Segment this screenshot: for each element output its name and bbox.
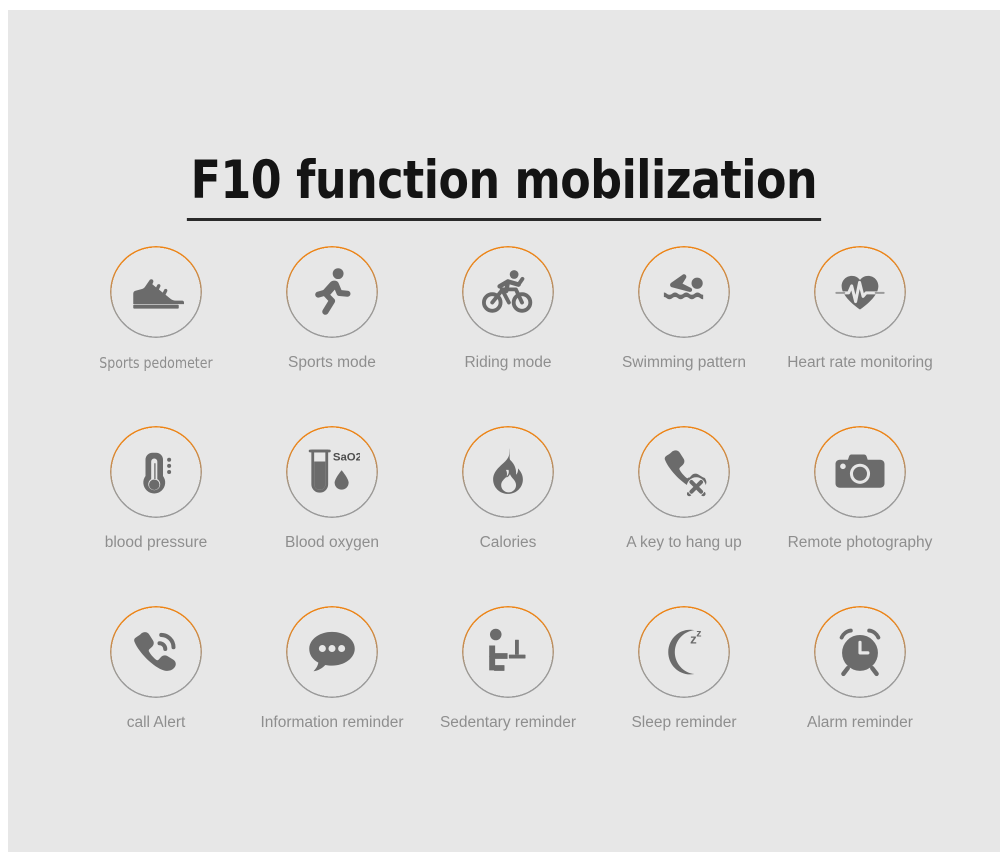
feature-item-remote-photography[interactable]: Remote photography — [772, 426, 948, 606]
feature-label: Information reminder — [260, 714, 404, 731]
feature-item-call-alert[interactable]: call Alert — [68, 606, 244, 786]
icon-circle — [638, 246, 730, 338]
feature-label: Sports mode — [288, 354, 376, 371]
speech-bubble-icon — [304, 624, 360, 680]
icon-circle — [462, 606, 554, 698]
swimmer-icon — [656, 264, 712, 320]
icon-circle: z z — [638, 606, 730, 698]
page-title: F10 function mobilization — [187, 150, 821, 221]
feature-label: Alarm reminder — [807, 714, 913, 731]
feature-item-swimming-pattern[interactable]: Swimming pattern — [596, 246, 772, 426]
feature-row: call Alert Information reminder Sedentar… — [68, 606, 948, 786]
feature-row: Sports pedometer Sports mode Riding mode… — [68, 246, 948, 426]
feature-label: call Alert — [126, 714, 186, 731]
moon-zz-icon: z z — [656, 624, 712, 680]
icon-circle — [814, 606, 906, 698]
icon-circle — [462, 426, 554, 518]
feature-label: blood pressure — [104, 534, 208, 551]
icon-circle — [110, 426, 202, 518]
cyclist-icon — [480, 264, 536, 320]
icon-circle: SaO2 — [286, 426, 378, 518]
poster-panel: F10 function mobilization Sports pedomet… — [8, 10, 1000, 852]
feature-item-alarm-reminder[interactable]: Alarm reminder — [772, 606, 948, 786]
icon-circle — [638, 426, 730, 518]
feature-label: Sleep reminder — [631, 714, 737, 731]
alarm-clock-icon — [832, 624, 888, 680]
seated-person-icon — [480, 624, 536, 680]
feature-label: Sports pedometer — [99, 354, 213, 372]
camera-icon — [832, 444, 888, 500]
feature-item-sleep-reminder[interactable]: z z Sleep reminder — [596, 606, 772, 786]
feature-item-riding-mode[interactable]: Riding mode — [420, 246, 596, 426]
feature-label: Calories — [479, 534, 537, 551]
feature-grid: Sports pedometer Sports mode Riding mode… — [68, 246, 948, 786]
icon-text-sao2: SaO2 — [333, 452, 360, 464]
feature-item-calories[interactable]: Calories — [420, 426, 596, 606]
heart-pulse-icon — [832, 264, 888, 320]
thermometer-icon — [128, 444, 184, 500]
shoe-icon — [128, 264, 184, 320]
icon-circle — [110, 246, 202, 338]
feature-label: Swimming pattern — [621, 354, 747, 371]
feature-item-heart-rate-monitoring[interactable]: Heart rate monitoring — [772, 246, 948, 426]
feature-label: Sedentary reminder — [439, 714, 577, 731]
feature-item-sports-mode[interactable]: Sports mode — [244, 246, 420, 426]
icon-circle — [110, 606, 202, 698]
title-block: F10 function mobilization — [8, 114, 1000, 256]
feature-label: Remote photography — [787, 534, 933, 551]
phone-hangup-icon — [656, 444, 712, 500]
flame-icon — [480, 444, 536, 500]
feature-item-blood-pressure[interactable]: blood pressure — [68, 426, 244, 606]
feature-label: Riding mode — [464, 354, 552, 371]
icon-circle — [814, 426, 906, 518]
phone-ringing-icon — [128, 624, 184, 680]
feature-item-sedentary-reminder[interactable]: Sedentary reminder — [420, 606, 596, 786]
test-tube-icon: SaO2 — [304, 444, 360, 500]
feature-item-a-key-to-hang-up[interactable]: A key to hang up — [596, 426, 772, 606]
running-person-icon — [304, 264, 360, 320]
icon-circle — [462, 246, 554, 338]
feature-row: blood pressure SaO2 Blood oxygen Calorie… — [68, 426, 948, 606]
feature-label: Heart rate monitoring — [787, 354, 933, 371]
feature-label: A key to hang up — [626, 534, 742, 551]
feature-item-information-reminder[interactable]: Information reminder — [244, 606, 420, 786]
icon-circle — [286, 246, 378, 338]
feature-label: Blood oxygen — [285, 534, 379, 551]
icon-circle — [286, 606, 378, 698]
feature-item-blood-oxygen[interactable]: SaO2 Blood oxygen — [244, 426, 420, 606]
icon-circle — [814, 246, 906, 338]
feature-item-sports-pedometer[interactable]: Sports pedometer — [68, 246, 244, 426]
icon-text-z-tiny: z — [696, 627, 701, 639]
